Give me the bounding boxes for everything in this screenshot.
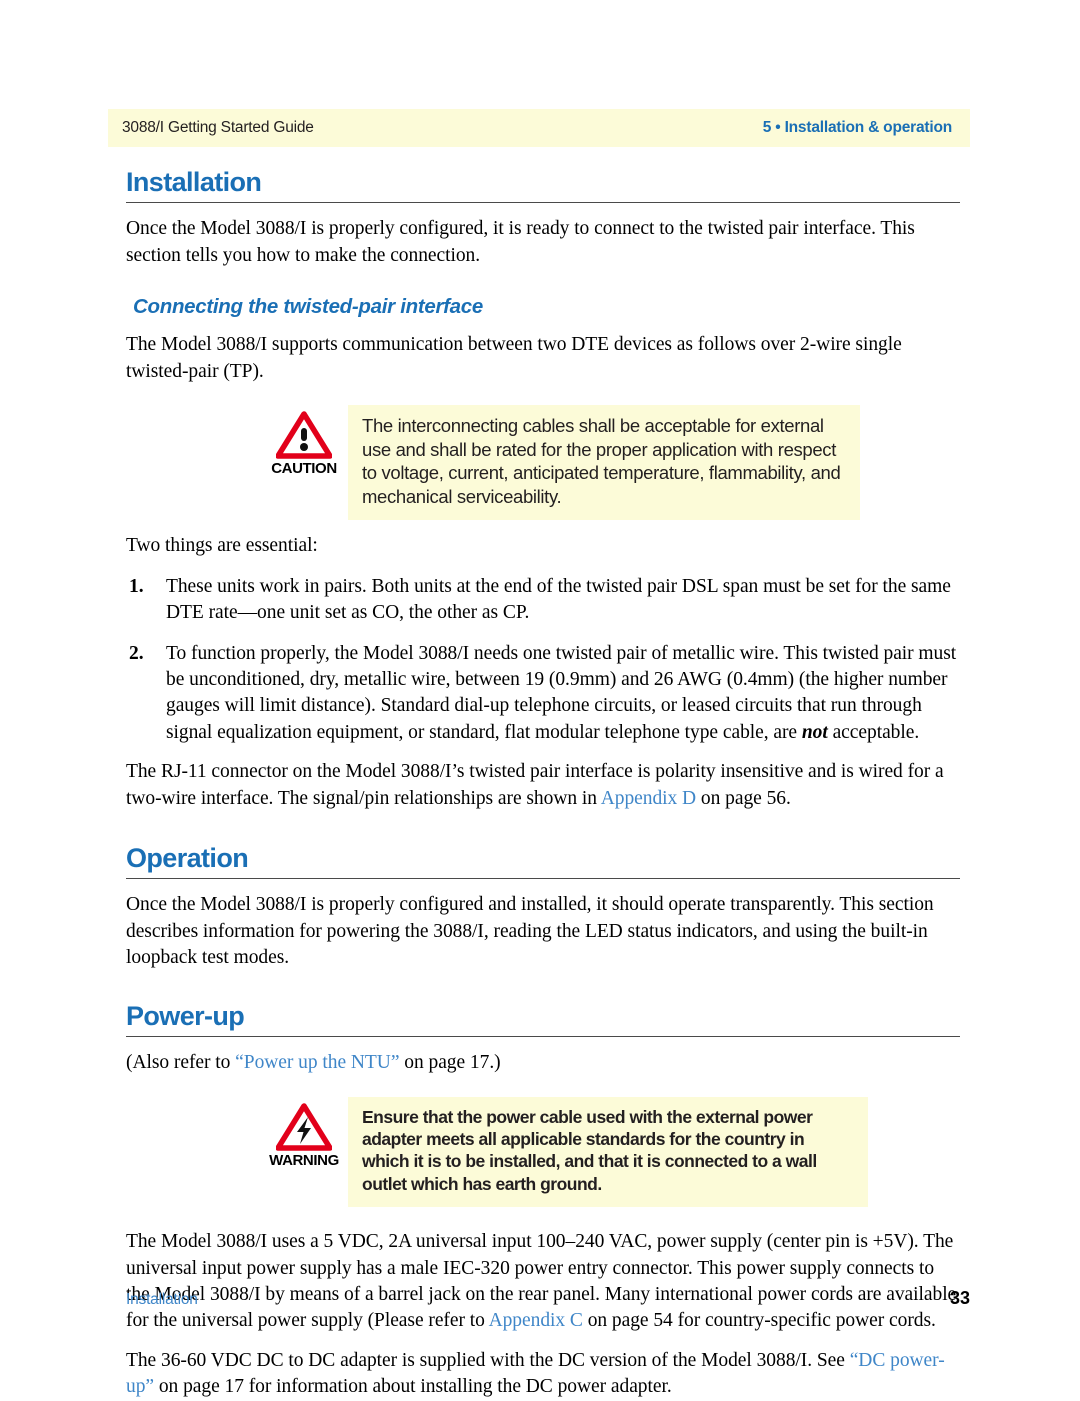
rj11-paragraph: The RJ-11 connector on the Model 3088/I’… xyxy=(126,759,960,812)
header-chapter-title: 5 • Installation & operation xyxy=(762,119,952,136)
document-page: 3088/I Getting Started Guide 5 • Install… xyxy=(0,0,1080,1397)
page-footer: Installation 33 xyxy=(126,1288,970,1309)
subheading-connecting-twisted-pair: Connecting the twisted-pair interface xyxy=(133,295,483,319)
link-appendix-c[interactable]: Appendix C xyxy=(489,1310,583,1331)
heading-rule xyxy=(126,202,960,204)
list-item-text: These units work in pairs. Both units at… xyxy=(166,575,951,624)
caution-label: CAUTION xyxy=(271,460,337,478)
list-item-text-part-b: acceptable. xyxy=(827,721,920,743)
warning-icon-group: WARNING xyxy=(260,1097,348,1169)
link-appendix-d[interactable]: Appendix D xyxy=(601,788,696,809)
list-item-number: 1. xyxy=(129,575,144,597)
powerup-dc-paragraph: The 36-60 VDC DC to DC adapter is suppli… xyxy=(126,1348,960,1401)
heading-rule xyxy=(126,878,960,880)
essentials-list: 1. These units work in pairs. Both units… xyxy=(126,574,960,747)
powerup-supply-paragraph: The Model 3088/I uses a 5 VDC, 2A univer… xyxy=(126,1229,960,1335)
list-item: 1. These units work in pairs. Both units… xyxy=(126,574,960,627)
caution-text: The interconnecting cables shall be acce… xyxy=(362,415,841,507)
rj11-text-a: The RJ-11 connector on the Model 3088/I’… xyxy=(126,761,944,809)
rj11-text-b: on page 56. xyxy=(696,787,791,809)
header-guide-title: 3088/I Getting Started Guide xyxy=(122,119,314,136)
caution-admonition: CAUTION The interconnecting cables shall… xyxy=(260,405,960,521)
heading-rule xyxy=(126,1036,960,1038)
footer-section-label: Installation xyxy=(126,1291,198,1308)
caution-icon-group: CAUTION xyxy=(260,405,348,477)
powerup-refer-paragraph: (Also refer to “Power up the NTU” on pag… xyxy=(126,1050,960,1076)
powerup-supply-b: on page 54 for country-specific power co… xyxy=(582,1310,936,1332)
powerup-refer-b: on page 17.) xyxy=(399,1052,501,1074)
section-heading-installation: Installation xyxy=(126,167,262,197)
powerup-dc-b: on page 17 for information about install… xyxy=(154,1376,672,1398)
page-content: Installation Once the Model 3088/I is pr… xyxy=(126,168,960,1401)
section-heading-operation: Operation xyxy=(126,843,249,874)
list-item-emphasis: not xyxy=(801,721,828,743)
list-lead-in: Two things are essential: xyxy=(126,535,318,557)
warning-triangle-lightning-icon xyxy=(275,1102,333,1151)
running-header: 3088/I Getting Started Guide 5 • Install… xyxy=(108,109,970,147)
warning-text-box: Ensure that the power cable used with th… xyxy=(348,1096,868,1208)
list-item-number: 2. xyxy=(129,642,144,664)
warning-triangle-exclamation-icon xyxy=(275,411,333,459)
list-item: 2. To function properly, the Model 3088/… xyxy=(126,641,960,747)
warning-text: Ensure that the power cable used with th… xyxy=(362,1106,817,1194)
section-heading-powerup: Power-up xyxy=(126,1000,245,1031)
warning-label: WARNING xyxy=(269,1151,339,1169)
installation-intro-paragraph: Once the Model 3088/I is properly config… xyxy=(126,218,915,266)
operation-intro-paragraph: Once the Model 3088/I is properly config… xyxy=(126,894,934,969)
caution-text-box: The interconnecting cables shall be acce… xyxy=(348,405,860,521)
powerup-refer-a: (Also refer to xyxy=(126,1052,236,1074)
installation-subhead-paragraph: The Model 3088/I supports communication … xyxy=(126,334,902,382)
warning-admonition: WARNING Ensure that the power cable used… xyxy=(260,1096,960,1208)
powerup-dc-a: The 36-60 VDC DC to DC adapter is suppli… xyxy=(126,1349,850,1371)
link-power-up-the-ntu[interactable]: “Power up the NTU” xyxy=(235,1052,399,1073)
footer-page-number: 33 xyxy=(949,1288,970,1308)
